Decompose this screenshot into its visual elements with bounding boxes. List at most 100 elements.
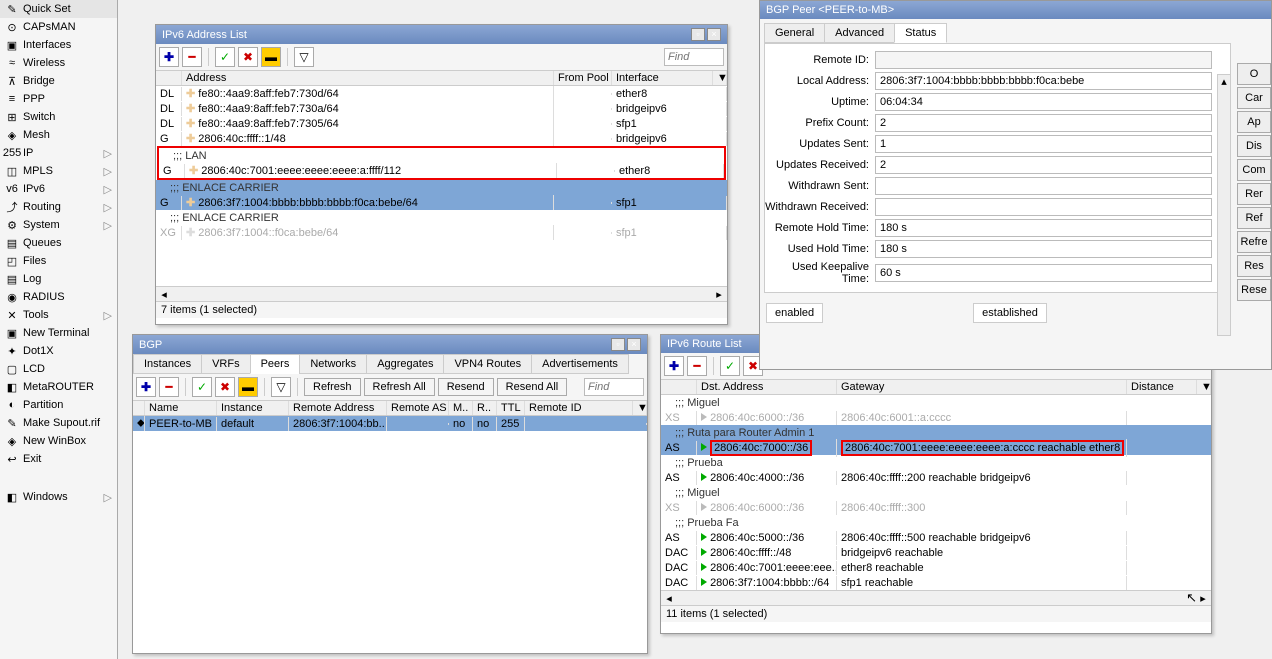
sidebar-item-radius[interactable]: ◉RADIUS (0, 288, 117, 306)
side-btn-refre[interactable]: Refre (1237, 231, 1271, 253)
tab-advertisements[interactable]: Advertisements (531, 354, 629, 374)
tab-instances[interactable]: Instances (133, 354, 202, 374)
sidebar-item-routing[interactable]: ⤴Routing▷ (0, 198, 117, 216)
route-table-header[interactable]: Dst. Address Gateway Distance ▼ (661, 380, 1211, 395)
sidebar-item-make-supout.rif[interactable]: ✎Make Supout.rif (0, 414, 117, 432)
pool-header[interactable]: From Pool (554, 71, 612, 85)
sidebar-item-exit[interactable]: ↩Exit (0, 450, 117, 468)
table-row[interactable]: DL✚ fe80::4aa9:8aff:feb7:7305/64sfp1 (156, 116, 727, 131)
table-row[interactable]: G✚ 2806:40c:ffff::1/48bridgeipv6 (156, 131, 727, 146)
sidebar-item-switch[interactable]: ⊞Switch (0, 108, 117, 126)
sidebar-item-metarouter[interactable]: ◧MetaROUTER (0, 378, 117, 396)
comment-button[interactable]: ▬ (238, 377, 258, 397)
side-btn-dis[interactable]: Dis (1237, 135, 1271, 157)
resend-button[interactable]: Resend (438, 378, 494, 396)
table-row[interactable]: DL✚ fe80::4aa9:8aff:feb7:730a/64bridgeip… (156, 101, 727, 116)
side-btn-com[interactable]: Com (1237, 159, 1271, 181)
find-input[interactable] (584, 378, 644, 396)
table-row[interactable]: G ✚ 2806:40c:7001:eeee:eeee:eeee:a:ffff/… (159, 163, 724, 178)
refresh-button[interactable]: Refresh (304, 378, 361, 396)
comment-button[interactable]: ▬ (261, 47, 281, 67)
sidebar-item-mpls[interactable]: ◫MPLS▷ (0, 162, 117, 180)
table-row[interactable]: AS 2806:40c:4000::/36 2806:40c:ffff::200… (661, 470, 1211, 485)
remove-button[interactable]: ━ (182, 47, 202, 67)
remove-button[interactable]: ━ (687, 356, 707, 376)
address-table-header[interactable]: Address From Pool Interface ▼ (156, 71, 727, 86)
sidebar-item-quick-set[interactable]: ✎Quick Set (0, 0, 117, 18)
sidebar-item-ipv6[interactable]: v6IPv6▷ (0, 180, 117, 198)
sidebar-item-ip[interactable]: 255IP▷ (0, 144, 117, 162)
table-row[interactable]: XS 2806:40c:6000::/36 2806:40c:6001::a:c… (661, 410, 1211, 425)
sidebar-item-system[interactable]: ⚙System▷ (0, 216, 117, 234)
sidebar-item-log[interactable]: ▤Log (0, 270, 117, 288)
minimize-button[interactable]: ▫ (611, 338, 625, 351)
sidebar-item-new-terminal[interactable]: ▣New Terminal (0, 324, 117, 342)
tab-general[interactable]: General (764, 23, 825, 43)
minimize-button[interactable]: ▫ (691, 28, 705, 41)
resend-all-button[interactable]: Resend All (497, 378, 568, 396)
table-row[interactable]: DAC 2806:40c:7001:eeee:eee.. ether8 reac… (661, 560, 1211, 575)
table-row[interactable]: XG ✚ 2806:3f7:1004::f0ca:bebe/64 sfp1 (156, 225, 727, 240)
sidebar-item-lcd[interactable]: ▢LCD (0, 360, 117, 378)
h-scrollbar[interactable]: ◂ ↖ ▸ (661, 590, 1211, 605)
v-scrollbar[interactable]: ▴ (1217, 74, 1231, 336)
enable-button[interactable]: ✓ (215, 47, 235, 67)
tab-vpn4 routes[interactable]: VPN4 Routes (443, 354, 532, 374)
sidebar-item-queues[interactable]: ▤Queues (0, 234, 117, 252)
sidebar-item-new-winbox[interactable]: ◈New WinBox (0, 432, 117, 450)
sidebar-item-mesh[interactable]: ◈Mesh (0, 126, 117, 144)
bgp-peer-row[interactable]: ⬥ PEER-to-MB default 2806:3f7:1004:bb.. … (133, 416, 647, 431)
enable-button[interactable]: ✓ (720, 356, 740, 376)
address-header[interactable]: Address (182, 71, 554, 85)
close-button[interactable]: × (707, 28, 721, 41)
table-row-selected[interactable]: G ✚ 2806:3f7:1004:bbbb:bbbb:bbbb:f0ca:be… (156, 195, 727, 210)
disable-button[interactable]: ✖ (215, 377, 235, 397)
sidebar-item-wireless[interactable]: ≈Wireless (0, 54, 117, 72)
remove-button[interactable]: ━ (159, 377, 179, 397)
sidebar-item-files[interactable]: ◰Files (0, 252, 117, 270)
enable-button[interactable]: ✓ (192, 377, 212, 397)
sidebar-item-interfaces[interactable]: ▣Interfaces (0, 36, 117, 54)
table-row[interactable]: DL✚ fe80::4aa9:8aff:feb7:730d/64ether8 (156, 86, 727, 101)
side-btn-ref[interactable]: Ref (1237, 207, 1271, 229)
tab-peers[interactable]: Peers (250, 354, 301, 374)
interface-header[interactable]: Interface (612, 71, 713, 85)
disable-button[interactable]: ✖ (238, 47, 258, 67)
side-btn-rer[interactable]: Rer (1237, 183, 1271, 205)
close-button[interactable]: × (627, 338, 641, 351)
filter-button[interactable]: ▽ (294, 47, 314, 67)
window-titlebar[interactable]: IPv6 Address List ▫ × (156, 25, 727, 44)
tab-advanced[interactable]: Advanced (824, 23, 895, 43)
sidebar-item-tools[interactable]: ✕Tools▷ (0, 306, 117, 324)
tab-status[interactable]: Status (894, 23, 947, 43)
table-row[interactable]: AS 2806:40c:5000::/36 2806:40c:ffff::500… (661, 530, 1211, 545)
sidebar-item-dot1x[interactable]: ✦Dot1X (0, 342, 117, 360)
table-row[interactable]: XS 2806:40c:6000::/36 2806:40c:ffff::300 (661, 500, 1211, 515)
find-input[interactable] (664, 48, 724, 66)
tab-aggregates[interactable]: Aggregates (366, 354, 444, 374)
add-button[interactable]: ✚ (664, 356, 684, 376)
side-btn-o[interactable]: O (1237, 63, 1271, 85)
tab-vrfs[interactable]: VRFs (201, 354, 251, 374)
h-scrollbar[interactable]: ◂ ▸ (156, 286, 727, 301)
sidebar-item-partition[interactable]: ◐Partition (0, 396, 117, 414)
table-row-selected[interactable]: AS 2806:40c:7000::/36 2806:40c:7001:eeee… (661, 440, 1211, 455)
scroll-right-icon[interactable]: ▸ (713, 288, 725, 300)
window-titlebar[interactable]: BGP ▫ × (133, 335, 647, 354)
table-row[interactable]: DAC 2806:3f7:1004:bbbb::/64 sfp1 reachab… (661, 575, 1211, 590)
refresh-all-button[interactable]: Refresh All (364, 378, 435, 396)
filter-button[interactable]: ▽ (271, 377, 291, 397)
side-btn-car[interactable]: Car (1237, 87, 1271, 109)
scroll-left-icon[interactable]: ◂ (158, 288, 170, 300)
add-button[interactable]: ✚ (159, 47, 179, 67)
table-row[interactable]: DAC 2806:40c:ffff::/48 bridgeipv6 reacha… (661, 545, 1211, 560)
sidebar-item-ppp[interactable]: ≡PPP (0, 90, 117, 108)
add-button[interactable]: ✚ (136, 377, 156, 397)
window-titlebar[interactable]: BGP Peer <PEER-to-MB> (760, 1, 1271, 19)
side-btn-res[interactable]: Res (1237, 255, 1271, 277)
scroll-left-icon[interactable]: ◂ (663, 592, 675, 604)
bgp-table-header[interactable]: Name Instance Remote Address Remote AS M… (133, 401, 647, 416)
scroll-right-icon[interactable]: ▸ (1197, 592, 1209, 604)
sidebar-item-capsman[interactable]: ⊙CAPsMAN (0, 18, 117, 36)
sidebar-windows[interactable]: ◧ Windows ▷ (0, 488, 117, 506)
